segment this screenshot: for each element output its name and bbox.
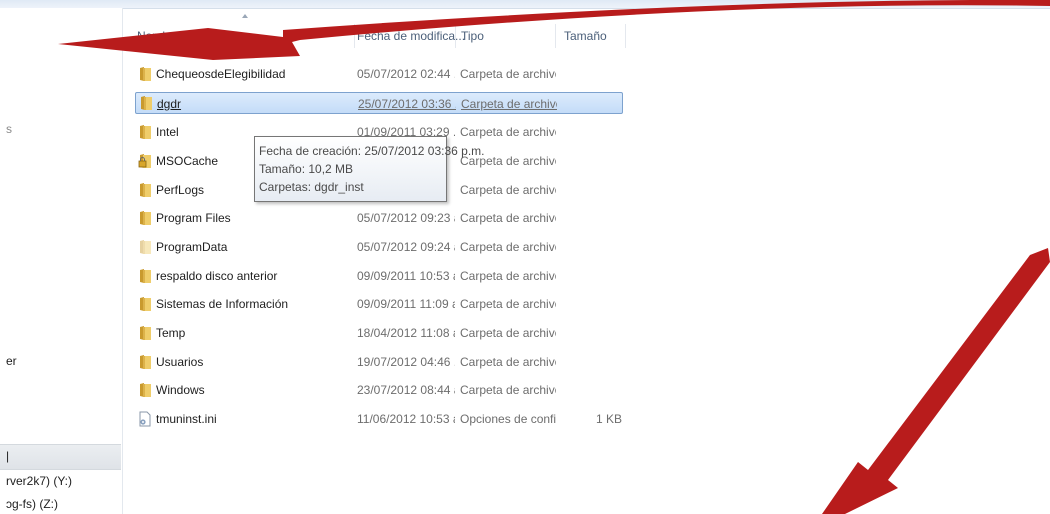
file-name: dgdr [157, 97, 182, 111]
file-row-program-files[interactable]: Program Files 05/07/2012 09:23 a... Carp… [135, 208, 623, 228]
folder-info-tooltip: Fecha de creación: 25/07/2012 03:36 p.m.… [254, 136, 485, 202]
file-type: Carpeta de archivos [460, 297, 556, 311]
file-size [555, 122, 622, 142]
file-type: Carpeta de archivos [460, 183, 556, 197]
column-header-size[interactable]: Tamaño [564, 24, 607, 48]
file-row-tmuninst-ini[interactable]: tmuninst.ini 11/06/2012 10:53 a... Opcio… [135, 409, 623, 429]
file-size [555, 380, 622, 400]
file-size: 1 KB [595, 412, 622, 426]
file-date: 23/07/2012 08:44 a... [357, 383, 455, 397]
file-date: 05/07/2012 02:44 ... [357, 67, 455, 81]
file-name: ProgramData [156, 240, 228, 254]
file-date: 18/04/2012 11:08 a... [357, 326, 455, 340]
file-row-respaldo-disco-anterior[interactable]: respaldo disco anterior 09/09/2011 10:53… [135, 266, 623, 286]
nav-fragment: s [6, 122, 12, 136]
tooltip-created: Fecha de creación: 25/07/2012 03:36 p.m. [259, 144, 485, 158]
folder-icon [140, 67, 151, 81]
file-size [555, 151, 622, 171]
folder-icon [140, 326, 151, 340]
tooltip-size: Tamaño: 10,2 MB [259, 162, 354, 176]
folder-icon [141, 96, 152, 110]
file-size [556, 94, 623, 114]
file-name: Windows [156, 383, 205, 397]
file-row-windows[interactable]: Windows 23/07/2012 08:44 a... Carpeta de… [135, 380, 623, 400]
file-size [555, 352, 622, 372]
file-size [555, 323, 622, 343]
ini-file-icon [139, 411, 151, 427]
file-name: Temp [156, 326, 186, 340]
file-row-chequeosdeelegibilidad[interactable]: ChequeosdeElegibilidad 05/07/2012 02:44 … [135, 64, 623, 84]
file-date: 05/07/2012 09:23 a... [357, 211, 455, 225]
file-name: tmuninst.ini [156, 412, 217, 426]
file-size [555, 208, 622, 228]
navigation-pane: s er | rver2k7) (Y:) ɔg-fs) (Z:) [0, 8, 123, 514]
column-divider[interactable] [455, 24, 456, 48]
column-header-date[interactable]: Fecha de modifica... [357, 24, 465, 48]
file-type: Carpeta de archivos [460, 326, 556, 340]
file-row-programdata[interactable]: ProgramData 05/07/2012 09:24 a... Carpet… [135, 237, 623, 257]
file-type: Carpeta de archivos [460, 383, 556, 397]
file-name: respaldo disco anterior [156, 269, 278, 283]
toolbar-strip [0, 0, 1050, 9]
file-row-usuarios[interactable]: Usuarios 19/07/2012 04:46 ... Carpeta de… [135, 352, 623, 372]
nav-item-selected[interactable]: | [0, 444, 121, 470]
file-size [555, 237, 622, 257]
file-type: Carpeta de archivos [461, 97, 557, 111]
file-type: Opciones de confi... [460, 412, 556, 426]
file-size [555, 180, 622, 200]
locked-folder-icon [138, 154, 151, 168]
file-date: 05/07/2012 09:24 a... [357, 240, 455, 254]
file-size [555, 294, 622, 314]
file-type: Carpeta de archivos [460, 125, 556, 139]
file-row-sistemas-de-informacion[interactable]: Sistemas de Información 09/09/2011 11:09… [135, 294, 623, 314]
column-header-type[interactable]: Tipo [461, 24, 484, 48]
column-header-name[interactable]: Nombre [137, 24, 180, 48]
file-name: ChequeosdeElegibilidad [156, 67, 286, 81]
file-type: Carpeta de archivos [460, 67, 556, 81]
file-name: Program Files [156, 211, 231, 225]
file-date: 11/06/2012 10:53 a... [357, 412, 455, 426]
file-row-temp[interactable]: Temp 18/04/2012 11:08 a... Carpeta de ar… [135, 323, 623, 343]
folder-icon [140, 297, 151, 311]
annotation-arrow-top [58, 0, 1050, 60]
folder-icon [140, 183, 151, 197]
file-size [555, 64, 622, 84]
file-type: Carpeta de archivos [460, 240, 556, 254]
annotation-arrow-bottom [822, 248, 1050, 514]
file-date: 25/07/2012 03:36 ... [358, 97, 456, 111]
file-type: Carpeta de archivos [460, 269, 556, 283]
folder-icon [140, 269, 151, 283]
explorer-window: s er | rver2k7) (Y:) ɔg-fs) (Z:) Nombre … [0, 0, 1050, 514]
tooltip-folders: Carpetas: dgdr_inst [259, 180, 364, 194]
column-divider[interactable] [354, 24, 355, 48]
folder-icon [140, 211, 151, 225]
file-name: Sistemas de Información [156, 297, 289, 311]
column-divider[interactable] [625, 24, 626, 48]
column-divider[interactable] [555, 24, 556, 48]
hidden-folder-icon [140, 240, 151, 254]
folder-icon [140, 125, 151, 139]
file-date: 19/07/2012 04:46 ... [357, 355, 455, 369]
folder-icon [140, 355, 151, 369]
file-type: Carpeta de archivos [460, 355, 556, 369]
folder-icon [140, 383, 151, 397]
nav-item-fragment[interactable]: er [6, 354, 17, 368]
file-date: 09/09/2011 11:09 a... [357, 297, 455, 311]
nav-item-label: | [6, 449, 10, 463]
file-type: Carpeta de archivos [460, 211, 556, 225]
sort-ascending-icon [242, 14, 248, 18]
file-size [555, 266, 622, 286]
file-row-dgdr[interactable]: dgdr 25/07/2012 03:36 ... Carpeta de arc… [135, 92, 623, 114]
file-date: 09/09/2011 10:53 a... [357, 269, 455, 283]
file-name: Usuarios [156, 355, 204, 369]
nav-item-drive-y[interactable]: rver2k7) (Y:) [6, 474, 72, 488]
nav-item-drive-z[interactable]: ɔg-fs) (Z:) [6, 497, 58, 511]
